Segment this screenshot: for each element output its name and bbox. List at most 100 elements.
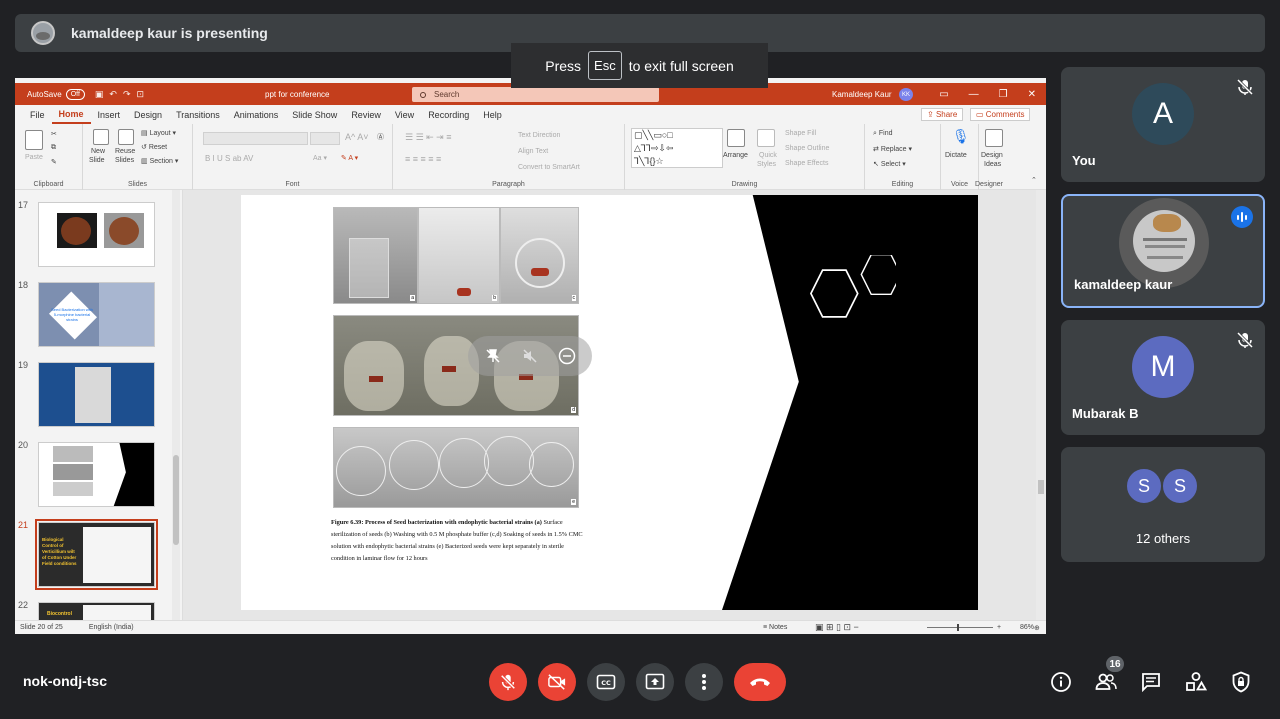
layout-button[interactable]: ▤ Layout ▾	[141, 129, 176, 137]
mute-presentation-audio-icon[interactable]	[519, 345, 541, 367]
paste-icon[interactable]	[25, 130, 43, 150]
activities-button[interactable]	[1184, 670, 1208, 694]
collapse-ribbon-icon[interactable]: ⌃	[1031, 176, 1037, 184]
shapes-gallery[interactable]: ▢╲╲▭○□ △⅂⅂⇨⇩⇦ ⅂╲⅂{}☆	[631, 128, 723, 168]
current-slide[interactable]: a b c d e Figure 6.39: Process of Seed b…	[241, 195, 978, 610]
menu-file[interactable]: File	[23, 105, 52, 124]
dictate-icon[interactable]: 🎙	[952, 128, 970, 145]
host-controls-button[interactable]	[1229, 670, 1253, 694]
maximize-icon[interactable]: ❐	[999, 89, 1008, 100]
new-slide-icon[interactable]	[93, 129, 109, 145]
select-button[interactable]: ↖ Select ▾	[873, 160, 906, 168]
quick-styles-label-2[interactable]: Styles	[757, 161, 776, 168]
more-options-button[interactable]	[685, 663, 723, 701]
new-slide-label[interactable]: New	[91, 148, 105, 155]
zoom-slider[interactable]	[927, 624, 993, 631]
arrange-icon[interactable]	[727, 129, 745, 147]
copy-icon[interactable]: ⧉	[51, 144, 56, 152]
notes-button[interactable]: ≡ Notes	[763, 624, 787, 631]
zoom-in-icon[interactable]: +	[997, 624, 1001, 631]
slide-thumbnail[interactable]	[38, 202, 155, 267]
clear-format-icon[interactable]: Ⓐ	[377, 132, 384, 142]
find-button[interactable]: ⌕ Find	[873, 130, 893, 138]
present-now-button[interactable]	[636, 663, 674, 701]
fit-slide-icon[interactable]: ⊕	[1034, 624, 1040, 632]
design-label[interactable]: Design	[981, 152, 1003, 159]
chat-button[interactable]	[1139, 670, 1163, 694]
format-painter-icon[interactable]: ✎	[51, 158, 57, 166]
participant-tile-kamaldeep[interactable]: kamaldeep kaur	[1061, 194, 1265, 308]
section-button[interactable]: ▥ Section ▾	[141, 157, 178, 165]
menu-review[interactable]: Review	[344, 105, 388, 124]
design-ideas-icon[interactable]	[985, 129, 1003, 147]
leave-call-button[interactable]	[734, 663, 786, 701]
arrange-label[interactable]: Arrange	[723, 152, 748, 159]
shape-effects-button[interactable]: Shape Effects	[785, 160, 828, 167]
language-indicator[interactable]: English (India)	[89, 624, 134, 631]
ribbon-display-icon[interactable]: ▭	[939, 89, 948, 100]
editor-scrollbar[interactable]	[1036, 190, 1046, 620]
captions-button[interactable]: CC	[587, 663, 625, 701]
reuse-label[interactable]: Reuse	[115, 148, 135, 155]
view-buttons[interactable]: ▣ ⊞ ▯ ⊡ −	[815, 622, 859, 633]
participant-tile-others[interactable]: S S 12 others	[1061, 447, 1265, 562]
zoom-level[interactable]: 86%	[1020, 624, 1034, 631]
new-slide-label-2[interactable]: Slide	[89, 157, 105, 164]
slide-thumbnail[interactable]: Biocontrol	[38, 602, 155, 620]
smartart-button[interactable]: Convert to SmartArt	[518, 164, 580, 171]
camera-toggle-button[interactable]	[538, 663, 576, 701]
font-format-icons[interactable]: B I U S ab AV	[205, 154, 253, 163]
slide-thumbnail[interactable]	[38, 362, 155, 427]
text-direction-button[interactable]: Text Direction	[518, 132, 560, 139]
unpin-icon[interactable]	[482, 345, 504, 367]
reuse-slides-icon[interactable]	[118, 129, 134, 145]
share-button[interactable]: ⇪ Share	[921, 108, 964, 121]
reset-button[interactable]: ↺ Reset	[141, 143, 167, 151]
slide-thumbnail[interactable]	[38, 442, 155, 507]
quick-styles-label[interactable]: Quick	[759, 152, 777, 159]
reuse-label-2[interactable]: Slides	[115, 157, 134, 164]
autosave-toggle[interactable]: Off	[65, 88, 85, 100]
replace-button[interactable]: ⇄ Replace ▾	[873, 145, 912, 153]
menu-insert[interactable]: Insert	[91, 105, 128, 124]
quick-access-icons[interactable]: ▣↶↷⊡	[95, 89, 150, 100]
font-family-select[interactable]	[203, 132, 308, 145]
ideas-label[interactable]: Ideas	[984, 161, 1001, 168]
font-size-select[interactable]	[310, 132, 340, 145]
menu-help[interactable]: Help	[476, 105, 509, 124]
people-button[interactable]	[1094, 670, 1118, 694]
menu-view[interactable]: View	[388, 105, 421, 124]
close-icon[interactable]: ✕	[1028, 89, 1036, 100]
search-box[interactable]: Search	[412, 87, 659, 102]
minimize-icon[interactable]: —	[969, 89, 979, 100]
meeting-details-button[interactable]	[1049, 670, 1073, 694]
shape-fill-button[interactable]: Shape Fill	[785, 130, 816, 137]
change-case-button[interactable]: Aa ▾	[313, 154, 327, 162]
slide-thumbnail[interactable]: Seed Bacterization with 5-morphine bacte…	[38, 282, 155, 347]
dictate-label[interactable]: Dictate	[945, 152, 967, 159]
slide-thumbnail-selected[interactable]: Biological Control of Verticillium wilt …	[35, 519, 158, 590]
shape-outline-button[interactable]: Shape Outline	[785, 145, 829, 152]
menu-transitions[interactable]: Transitions	[169, 105, 227, 124]
comments-button[interactable]: ▭ Comments	[970, 108, 1031, 121]
menu-animations[interactable]: Animations	[227, 105, 286, 124]
participant-tile-mubarak[interactable]: M Mubarak B	[1061, 320, 1265, 435]
align-icons[interactable]: ≡ ≡ ≡ ≡ ≡	[405, 154, 441, 164]
font-grow-icon[interactable]: A^ A˅	[345, 132, 369, 142]
menu-home[interactable]: Home	[51, 105, 91, 124]
slide-thumbnails[interactable]: 17 18 Seed Bacterization with 5-morphine…	[15, 190, 183, 620]
remove-from-view-icon[interactable]	[556, 345, 578, 367]
menu-slide-show[interactable]: Slide Show	[285, 105, 344, 124]
user-avatar[interactable]: KK	[899, 88, 913, 101]
menu-design[interactable]: Design	[127, 105, 169, 124]
file-name[interactable]: ppt for conference	[265, 90, 329, 99]
menu-recording[interactable]: Recording	[421, 105, 476, 124]
thumbnails-scrollbar[interactable]	[172, 190, 180, 620]
list-icons[interactable]: ☰ ☰ ⇤ ⇥ ≡	[405, 132, 451, 143]
cut-icon[interactable]: ✂	[51, 130, 57, 138]
align-text-button[interactable]: Align Text	[518, 148, 548, 155]
font-color-icon[interactable]: ✎ A ▾	[341, 154, 358, 162]
participant-tile-you[interactable]: A You	[1061, 67, 1265, 182]
quick-styles-icon[interactable]	[757, 129, 775, 147]
mic-toggle-button[interactable]	[489, 663, 527, 701]
